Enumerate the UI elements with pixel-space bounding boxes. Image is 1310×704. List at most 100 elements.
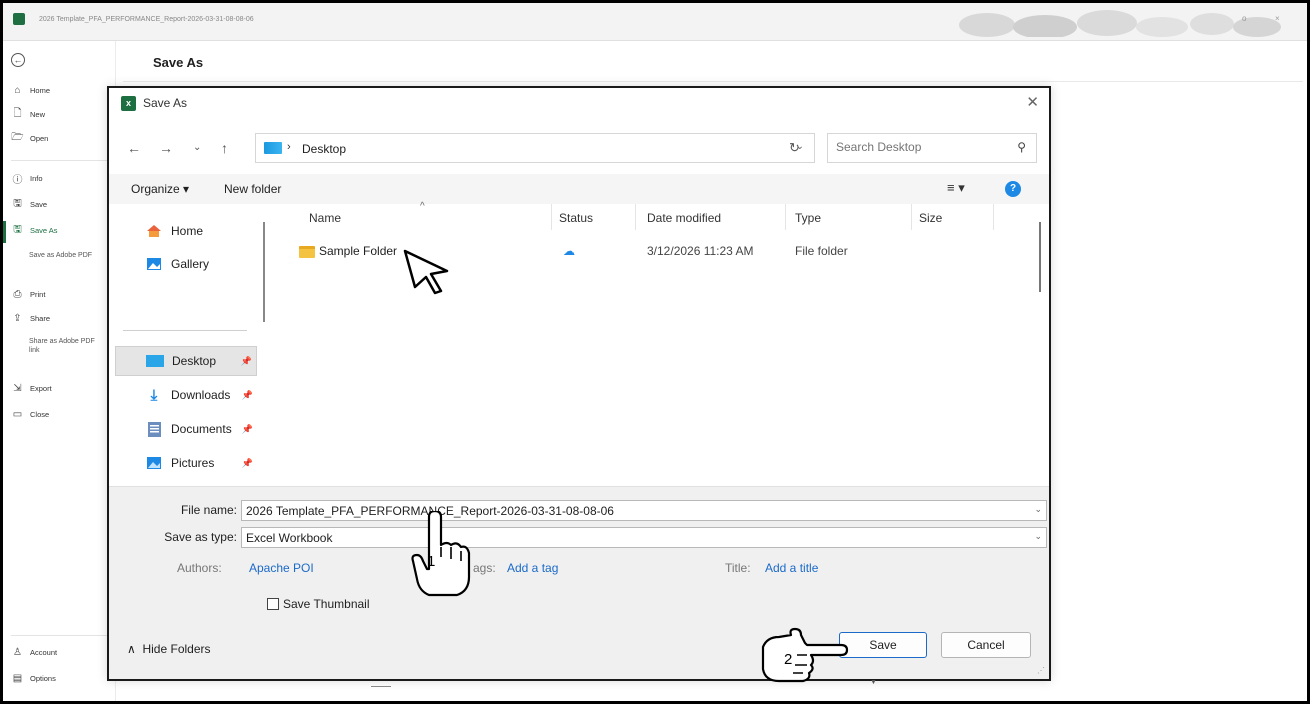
nav-share[interactable]: ⇪ Share (12, 313, 50, 324)
nav-export-label: Export (30, 384, 52, 393)
recent-chevron-icon[interactable]: ⌄ (193, 142, 201, 153)
back-arrow-icon[interactable]: ← (11, 53, 25, 67)
share-icon: ⇪ (13, 313, 22, 324)
nav-share-label: Share (30, 314, 51, 323)
refresh-icon[interactable]: ↻ (789, 140, 800, 156)
account-icon: ♙ (13, 647, 22, 658)
column-status[interactable]: Status (559, 211, 593, 225)
nav-print[interactable]: ⎙ Print (12, 289, 46, 300)
dialog-title-bar: x Save As ✕ (109, 88, 1049, 118)
nav-pane-scrollbar[interactable] (263, 222, 265, 322)
nav-pane-desktop[interactable]: Desktop 📌 (115, 346, 257, 376)
nav-options[interactable]: ▤ Options (12, 673, 56, 684)
nav-open[interactable]: 🗁 Open (11, 132, 48, 144)
authors-field[interactable]: Apache POI (249, 561, 314, 575)
svg-text:×: × (1275, 14, 1280, 23)
view-options-icon[interactable]: ≡ ▾ (947, 180, 965, 196)
file-name-field[interactable]: 2026 Template_PFA_PERFORMANCE_Report-202… (241, 500, 1047, 521)
nav-info[interactable]: ⓘ Info (12, 173, 43, 186)
column-size[interactable]: Size (919, 211, 942, 225)
nav-close[interactable]: ▭ Close (12, 409, 49, 420)
step-1-label: 1 (427, 553, 436, 570)
nav-save-adobe-pdf[interactable]: Save as Adobe PDF (29, 251, 99, 260)
save-as-dialog: x Save As ✕ ← → ⌄ ↑ › Desktop ⌄ ↻ ⚲ Orga… (107, 86, 1051, 681)
new-folder-button[interactable]: New folder (224, 182, 281, 196)
address-row: ← → ⌄ ↑ › Desktop ⌄ ↻ ⚲ (109, 130, 1049, 164)
save-button[interactable]: Save (839, 632, 927, 658)
chevron-up-icon: ∧ (127, 642, 136, 656)
window-title: 2026 Template_PFA_PERFORMANCE_Report-202… (39, 16, 254, 23)
save-type-value: Excel Workbook (246, 531, 333, 545)
organize-button[interactable]: Organize ▾ (131, 182, 189, 196)
underlying-ui-fragment (371, 686, 391, 690)
nav-save[interactable]: 🖫 Save (12, 198, 47, 210)
scroll-down-icon: ▼ (870, 679, 877, 686)
nav-home[interactable]: ⌂ Home (12, 85, 50, 96)
command-bar: Organize ▾ New folder ≡ ▾ ? (109, 174, 1049, 204)
pin-icon: 📌 (241, 423, 253, 434)
file-type: File folder (795, 244, 848, 258)
open-folder-icon: 🗁 (11, 132, 24, 143)
nav-share-adobe-link[interactable]: Share as Adobe PDF link (29, 337, 101, 355)
close-icon[interactable]: ✕ (1026, 93, 1039, 111)
breadcrumb-chevron-icon: › (287, 141, 291, 153)
cloud-icon: ☁ (563, 244, 575, 258)
pin-icon: 📌 (241, 389, 253, 400)
nav-pane-gallery[interactable]: Gallery (115, 249, 257, 279)
nav-save-as[interactable]: 🖫 Save As (12, 224, 57, 236)
nav-pane-pictures[interactable]: Pictures 📌 (115, 448, 257, 478)
nav-new[interactable]: 🗋 New (12, 108, 46, 120)
nav-pane-documents[interactable]: Documents 📌 (115, 414, 257, 444)
nav-pane-home-label: Home (171, 224, 204, 238)
dialog-footer: ∧ Hide Folders T Save Cancel ⋰ (109, 618, 1049, 679)
dialog-title: Save As (143, 96, 188, 110)
save-type-select[interactable]: Excel Workbook ⌄ (241, 527, 1047, 548)
nav-divider-bottom (11, 635, 111, 636)
title-field[interactable]: Add a title (765, 561, 818, 575)
nav-new-label: New (30, 110, 46, 119)
column-divider (551, 204, 552, 230)
file-list-scrollbar[interactable] (1039, 222, 1041, 292)
column-divider (635, 204, 636, 230)
home-icon (145, 223, 163, 239)
save-thumbnail-checkbox[interactable] (267, 598, 279, 610)
search-box[interactable]: ⚲ (827, 133, 1037, 163)
help-icon[interactable]: ? (1005, 181, 1021, 197)
file-date-modified: 3/12/2026 11:23 AM (647, 244, 754, 258)
nav-pane-divider (123, 330, 247, 331)
column-date-modified[interactable]: Date modified (647, 211, 721, 225)
breadcrumb-desktop[interactable]: Desktop (302, 142, 346, 156)
column-type[interactable]: Type (795, 211, 821, 225)
nav-pane-documents-label: Documents (171, 422, 232, 436)
file-name[interactable]: Sample Folder (319, 244, 397, 258)
resize-grip-icon[interactable]: ⋰ (1037, 666, 1045, 675)
hide-folders-button[interactable]: ∧ Hide Folders (127, 642, 211, 656)
search-input[interactable] (836, 140, 996, 154)
cancel-button[interactable]: Cancel (941, 632, 1031, 658)
nav-export[interactable]: ⇲ Export (12, 383, 52, 394)
forward-icon[interactable]: → (159, 140, 173, 156)
documents-icon (145, 421, 163, 437)
up-arrow-icon[interactable]: ↑ (221, 140, 228, 156)
nav-info-label: Info (30, 174, 43, 183)
nav-options-label: Options (30, 674, 56, 683)
nav-pane-downloads[interactable]: ⤓ Downloads 📌 (115, 380, 257, 410)
search-icon[interactable]: ⚲ (1017, 140, 1026, 154)
chevron-down-icon[interactable]: ⌄ (1034, 531, 1042, 542)
backstage-nav: ← ⌂ Home 🗋 New 🗁 Open ⓘ Info 🖫 Save 🖫 Save As … (3, 41, 116, 701)
back-icon[interactable]: ← (127, 140, 141, 156)
nav-home-label: Home (30, 86, 51, 95)
nav-print-label: Print (30, 290, 46, 299)
screen-frame: 2026 Template_PFA_PERFORMANCE_Report-202… (0, 0, 1310, 704)
excel-dialog-icon: x (121, 96, 136, 111)
desktop-folder-icon (264, 142, 282, 154)
nav-account[interactable]: ♙ Account (12, 647, 57, 658)
address-bar[interactable]: › Desktop ⌄ (255, 133, 815, 163)
tags-field[interactable]: Add a tag (507, 561, 558, 575)
column-name[interactable]: Name (309, 211, 341, 225)
save-icon: 🖫 (13, 198, 22, 209)
nav-pane-home[interactable]: Home (115, 216, 257, 246)
excel-title-bar: 2026 Template_PFA_PERFORMANCE_Report-202… (3, 3, 1307, 41)
hand-pointer-annotation-1 (411, 511, 471, 597)
chevron-down-icon[interactable]: ⌄ (1034, 504, 1042, 515)
